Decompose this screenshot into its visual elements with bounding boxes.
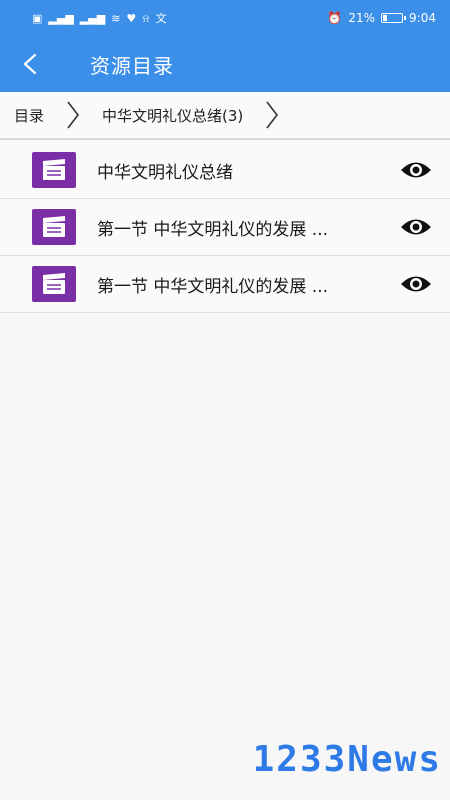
hd-icon: ▣	[32, 11, 43, 25]
preview-button[interactable]	[399, 214, 433, 240]
page-title: 资源目录	[90, 53, 174, 78]
resource-list: 中华文明礼仪总绪 第一节 中华文明礼仪的发展 ... 第一节 中华文明礼仪的发展…	[0, 142, 450, 313]
wifi-icon: ≋	[111, 11, 121, 25]
text-icon: 文	[155, 11, 167, 25]
signal-icon-2: ▂▄▆	[79, 11, 106, 25]
preview-button[interactable]	[399, 271, 433, 297]
list-item-title: 第一节 中华文明礼仪的发展 ...	[97, 219, 329, 240]
status-bar: ▣ ▂▄▆ ▂▄▆ ≋ ♥ ⍾ 文 ⏰ 21% 9:04	[0, 0, 450, 36]
preview-button[interactable]	[399, 157, 433, 183]
chevron-right-icon	[66, 100, 80, 130]
eye-icon	[401, 276, 431, 292]
status-right: ⏰ 21% 9:04	[327, 11, 436, 25]
battery-percent: 21%	[348, 11, 376, 25]
status-time: 9:04	[409, 11, 436, 25]
breadcrumb-item-current[interactable]: 中华文明礼仪总绪(3)	[102, 105, 243, 126]
alarm-icon: ⏰	[327, 11, 343, 25]
breadcrumb: 目录 中华文明礼仪总绪(3)	[0, 92, 450, 140]
back-button[interactable]	[0, 36, 60, 92]
watermark-logo: 1233News	[252, 739, 442, 780]
video-file-icon	[32, 152, 76, 188]
breadcrumb-item-root[interactable]: 目录	[14, 105, 44, 126]
eye-icon	[401, 219, 431, 235]
app-bar: 资源目录	[0, 36, 450, 92]
battery-icon	[381, 13, 407, 23]
battery-fill	[383, 15, 387, 21]
bell-icon: ⍾	[142, 11, 150, 25]
list-item[interactable]: 第一节 中华文明礼仪的发展 ...	[0, 199, 450, 256]
list-item-title: 第一节 中华文明礼仪的发展 ...	[97, 276, 329, 297]
chevron-right-icon	[265, 100, 279, 130]
status-left-icons: ▣ ▂▄▆ ▂▄▆ ≋ ♥ ⍾ 文	[32, 13, 167, 24]
signal-icon: ▂▄▆	[48, 11, 74, 25]
video-file-icon	[32, 266, 76, 302]
video-file-icon	[32, 209, 76, 245]
list-item-title: 中华文明礼仪总绪	[97, 162, 233, 183]
chevron-left-icon	[23, 53, 37, 75]
list-item[interactable]: 第一节 中华文明礼仪的发展 ...	[0, 256, 450, 313]
eye-icon	[401, 162, 431, 178]
heart-icon: ♥	[126, 11, 137, 25]
list-item[interactable]: 中华文明礼仪总绪	[0, 142, 450, 199]
